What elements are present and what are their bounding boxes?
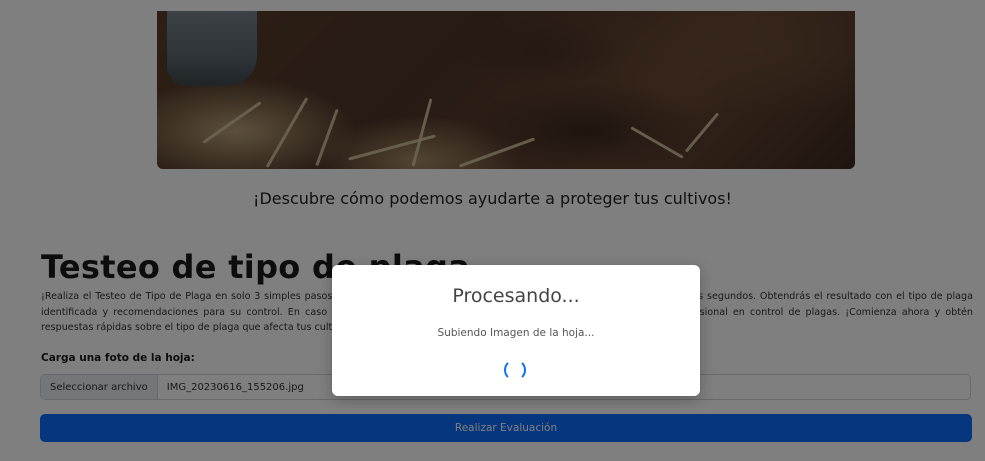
loading-spinner-icon	[504, 359, 526, 381]
modal-title: Procesando...	[452, 285, 580, 307]
processing-modal: Procesando... Subiendo Imagen de la hoja…	[332, 265, 700, 396]
modal-message: Subiendo Imagen de la hoja...	[437, 327, 595, 339]
